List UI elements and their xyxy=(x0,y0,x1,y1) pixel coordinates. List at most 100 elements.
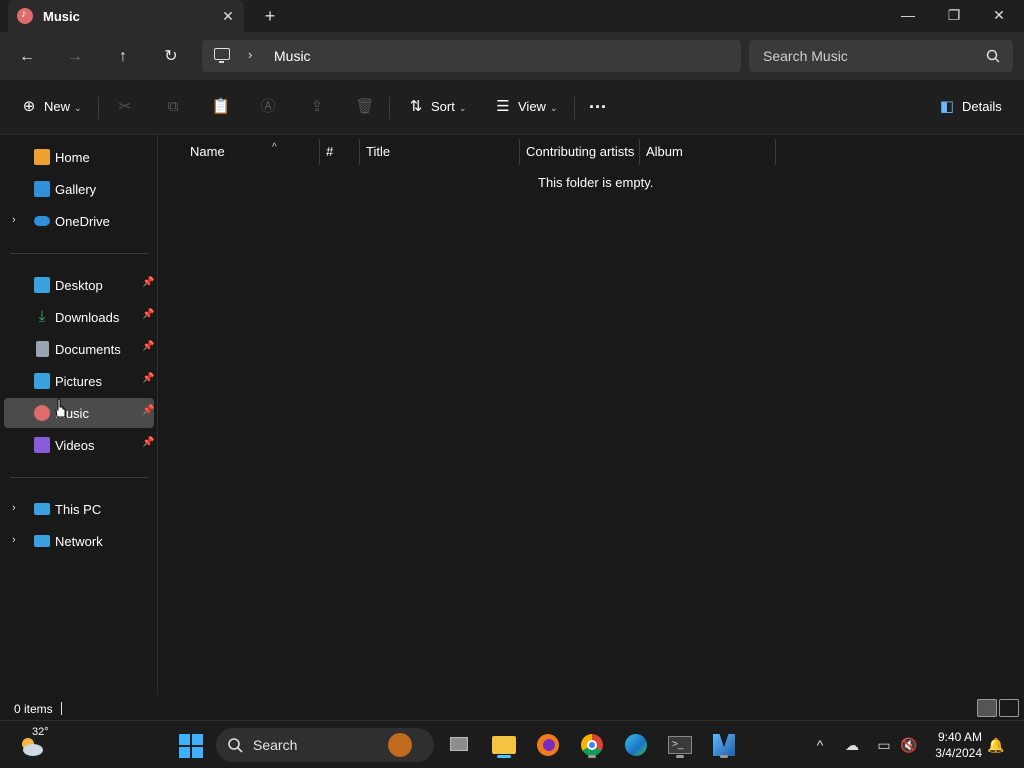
start-icon[interactable] xyxy=(178,733,204,759)
column-label: Name xyxy=(190,144,225,159)
delete-icon[interactable]: 🗑 xyxy=(355,97,375,117)
sidebar-item-videos[interactable]: Videos 📌 xyxy=(4,430,154,460)
column-header-album[interactable]: Album xyxy=(640,139,776,165)
more-options-button[interactable]: ··· xyxy=(589,94,607,120)
editor-app-icon[interactable] xyxy=(708,729,740,761)
sidebar-item-label: Videos xyxy=(55,438,95,453)
details-view-button[interactable] xyxy=(977,699,997,717)
sort-button[interactable]: ⇅ Sort ⌄ xyxy=(407,94,467,120)
sidebar-item-onedrive[interactable]: › OneDrive xyxy=(4,206,154,236)
rename-icon[interactable]: Ⓐ xyxy=(258,97,278,117)
chevron-down-icon: ⌄ xyxy=(74,103,82,113)
temperature: 32° xyxy=(32,726,49,738)
new-tab-button[interactable]: + xyxy=(258,4,282,28)
taskbar-search[interactable]: Search xyxy=(216,728,434,762)
pin-icon: 📌 xyxy=(142,437,155,448)
column-header-name[interactable]: ^ Name xyxy=(184,139,320,165)
this-pc-icon xyxy=(34,503,50,515)
close-button[interactable]: ✕ xyxy=(976,0,1022,32)
column-header-title[interactable]: Title xyxy=(360,139,520,165)
up-button[interactable]: ↑ xyxy=(110,44,136,70)
copy-icon[interactable]: ⧉ xyxy=(163,97,183,117)
back-button[interactable]: ← xyxy=(14,44,40,70)
sidebar-item-downloads[interactable]: ⤓ Downloads 📌 xyxy=(4,302,155,332)
details-button[interactable]: ◧ Details xyxy=(938,94,1002,120)
sort-label: Sort xyxy=(431,99,455,114)
downloads-icon: ⤓ xyxy=(38,308,46,325)
refresh-button[interactable]: ↻ xyxy=(158,44,184,70)
chrome-icon[interactable] xyxy=(576,729,608,761)
pin-icon: 📌 xyxy=(142,277,155,288)
sidebar-item-home[interactable]: Home xyxy=(4,142,154,172)
network-status-icon[interactable]: ▭ xyxy=(874,735,894,755)
sidebar-item-label: OneDrive xyxy=(55,214,110,229)
cut-icon[interactable]: ✂ xyxy=(115,97,135,117)
home-icon xyxy=(34,149,50,165)
active-indicator xyxy=(497,755,511,758)
terminal-icon[interactable]: >_ xyxy=(664,729,696,761)
clock[interactable]: 9:40 AM 3/4/2024 xyxy=(930,729,982,761)
paste-icon[interactable]: 📋 xyxy=(211,97,231,117)
sidebar-item-label: Pictures xyxy=(55,374,102,389)
chevron-right-icon[interactable]: › xyxy=(12,534,16,546)
status-divider xyxy=(61,702,62,715)
volume-muted-icon[interactable]: 🔇 xyxy=(899,735,919,755)
task-view-icon[interactable] xyxy=(444,729,476,761)
file-explorer-icon[interactable] xyxy=(488,729,520,761)
notification-bell-icon[interactable]: 🔔 xyxy=(986,735,1006,755)
tab-title: Music xyxy=(43,9,80,24)
sidebar-item-gallery[interactable]: Gallery xyxy=(4,174,154,204)
tab-music[interactable]: Music ✕ xyxy=(8,0,244,32)
column-header-number[interactable]: # xyxy=(320,139,360,165)
sidebar-item-network[interactable]: › Network xyxy=(4,526,154,556)
sort-icon: ⇅ xyxy=(409,98,423,115)
sidebar-item-documents[interactable]: Documents 📌 xyxy=(4,334,154,364)
firefox-icon[interactable] xyxy=(532,729,564,761)
chevron-right-icon[interactable]: › xyxy=(248,47,252,62)
divider xyxy=(10,253,148,254)
edge-icon[interactable] xyxy=(620,729,652,761)
chevron-right-icon[interactable]: › xyxy=(12,502,16,514)
address-bar[interactable]: › Music xyxy=(202,40,741,72)
share-icon[interactable]: ⇪ xyxy=(307,97,327,117)
sidebar-item-label: Gallery xyxy=(55,182,97,197)
sidebar-item-label: Documents xyxy=(55,342,121,357)
sidebar-item-label: This PC xyxy=(55,502,102,517)
divider xyxy=(574,97,575,119)
chevron-right-icon[interactable]: › xyxy=(12,214,16,226)
chevron-down-icon: ⌄ xyxy=(549,103,558,113)
view-button[interactable]: ☰ View ⌄ xyxy=(494,94,558,120)
desktop-icon xyxy=(34,277,50,293)
sidebar-item-label: Network xyxy=(55,534,103,549)
tab-close-button[interactable]: ✕ xyxy=(218,6,238,26)
view-icon: ☰ xyxy=(496,98,510,115)
column-header-contributing-artists[interactable]: Contributing artists xyxy=(520,139,640,165)
title-bar: Music ✕ + — ❐ ✕ xyxy=(0,0,1024,32)
maximize-button[interactable]: ❐ xyxy=(931,0,977,32)
plus-circle-icon: ⊕ xyxy=(22,98,36,115)
large-icons-view-button[interactable] xyxy=(999,699,1019,717)
this-pc-icon xyxy=(214,48,230,63)
hand-cursor-icon xyxy=(55,398,66,418)
sidebar-item-music[interactable]: Music 📌 xyxy=(4,398,154,428)
sidebar-item-desktop[interactable]: Desktop 📌 xyxy=(4,270,154,300)
pictures-icon xyxy=(34,373,50,389)
onedrive-status-icon[interactable]: ☁ xyxy=(842,735,862,755)
sidebar-item-this-pc[interactable]: › This PC xyxy=(4,494,154,524)
network-icon xyxy=(34,535,50,547)
show-hidden-icons-icon[interactable]: ^ xyxy=(810,735,830,755)
forward-button[interactable]: → xyxy=(62,44,88,70)
new-button[interactable]: ⊕ New ⌄ xyxy=(20,94,82,120)
taskbar-search-label: Search xyxy=(253,737,298,753)
search-icon xyxy=(228,738,243,753)
sidebar-item-pictures[interactable]: Pictures 📌 xyxy=(4,366,154,396)
pin-icon: 📌 xyxy=(142,405,155,416)
search-icon xyxy=(986,49,1000,63)
date: 3/4/2024 xyxy=(935,746,982,760)
minimize-button[interactable]: — xyxy=(885,0,931,32)
pin-icon: 📌 xyxy=(142,341,155,352)
search-input[interactable]: Search Music xyxy=(749,40,1013,72)
breadcrumb-music[interactable]: Music xyxy=(274,48,311,64)
videos-icon xyxy=(34,437,50,453)
weather-widget[interactable]: 32° xyxy=(18,726,49,758)
